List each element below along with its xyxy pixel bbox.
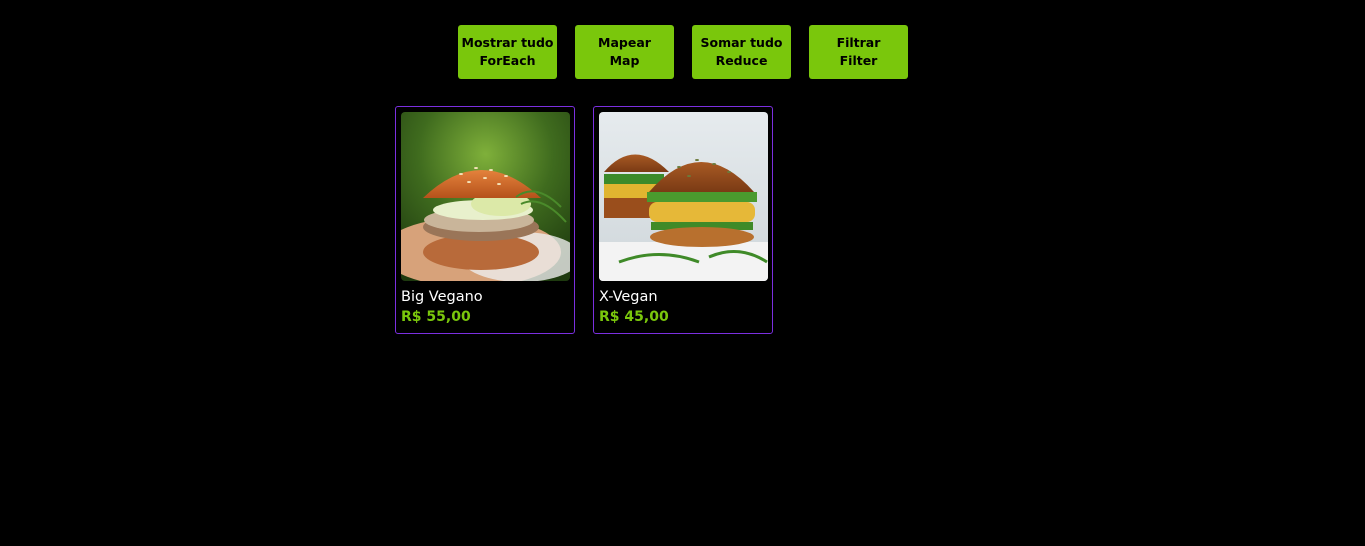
product-price: R$ 55,00 (401, 309, 471, 325)
button-label-line1: Mostrar tudo (461, 35, 554, 50)
button-label-line1: Filtrar (836, 35, 881, 50)
map-button[interactable]: Mapear Map (575, 25, 674, 79)
button-label-line2: Reduce (715, 53, 768, 68)
product-card: Big Vegano R$ 55,00 (395, 106, 575, 334)
button-label-line1: Somar tudo (700, 35, 783, 50)
button-label-line1: Mapear (598, 35, 651, 50)
button-label-line2: Filter (839, 53, 878, 68)
button-label-line2: ForEach (479, 53, 536, 68)
show-all-foreach-button[interactable]: Mostrar tudo ForEach (458, 25, 557, 79)
product-image-x-vegan (599, 112, 768, 281)
product-grid: Big Vegano R$ 55,00 X-Vegan R$ 45,00 (395, 106, 773, 334)
product-name: Big Vegano (401, 289, 483, 305)
button-label-line2: Map (609, 53, 640, 68)
product-card: X-Vegan R$ 45,00 (593, 106, 773, 334)
page: Mostrar tudo ForEach Mapear Map Somar tu… (0, 0, 1365, 546)
filter-button[interactable]: Filtrar Filter (809, 25, 908, 79)
sum-all-reduce-button[interactable]: Somar tudo Reduce (692, 25, 791, 79)
product-name: X-Vegan (599, 289, 658, 305)
action-toolbar: Mostrar tudo ForEach Mapear Map Somar tu… (458, 25, 908, 79)
product-price: R$ 45,00 (599, 309, 669, 325)
product-image-big-vegano (401, 112, 570, 281)
